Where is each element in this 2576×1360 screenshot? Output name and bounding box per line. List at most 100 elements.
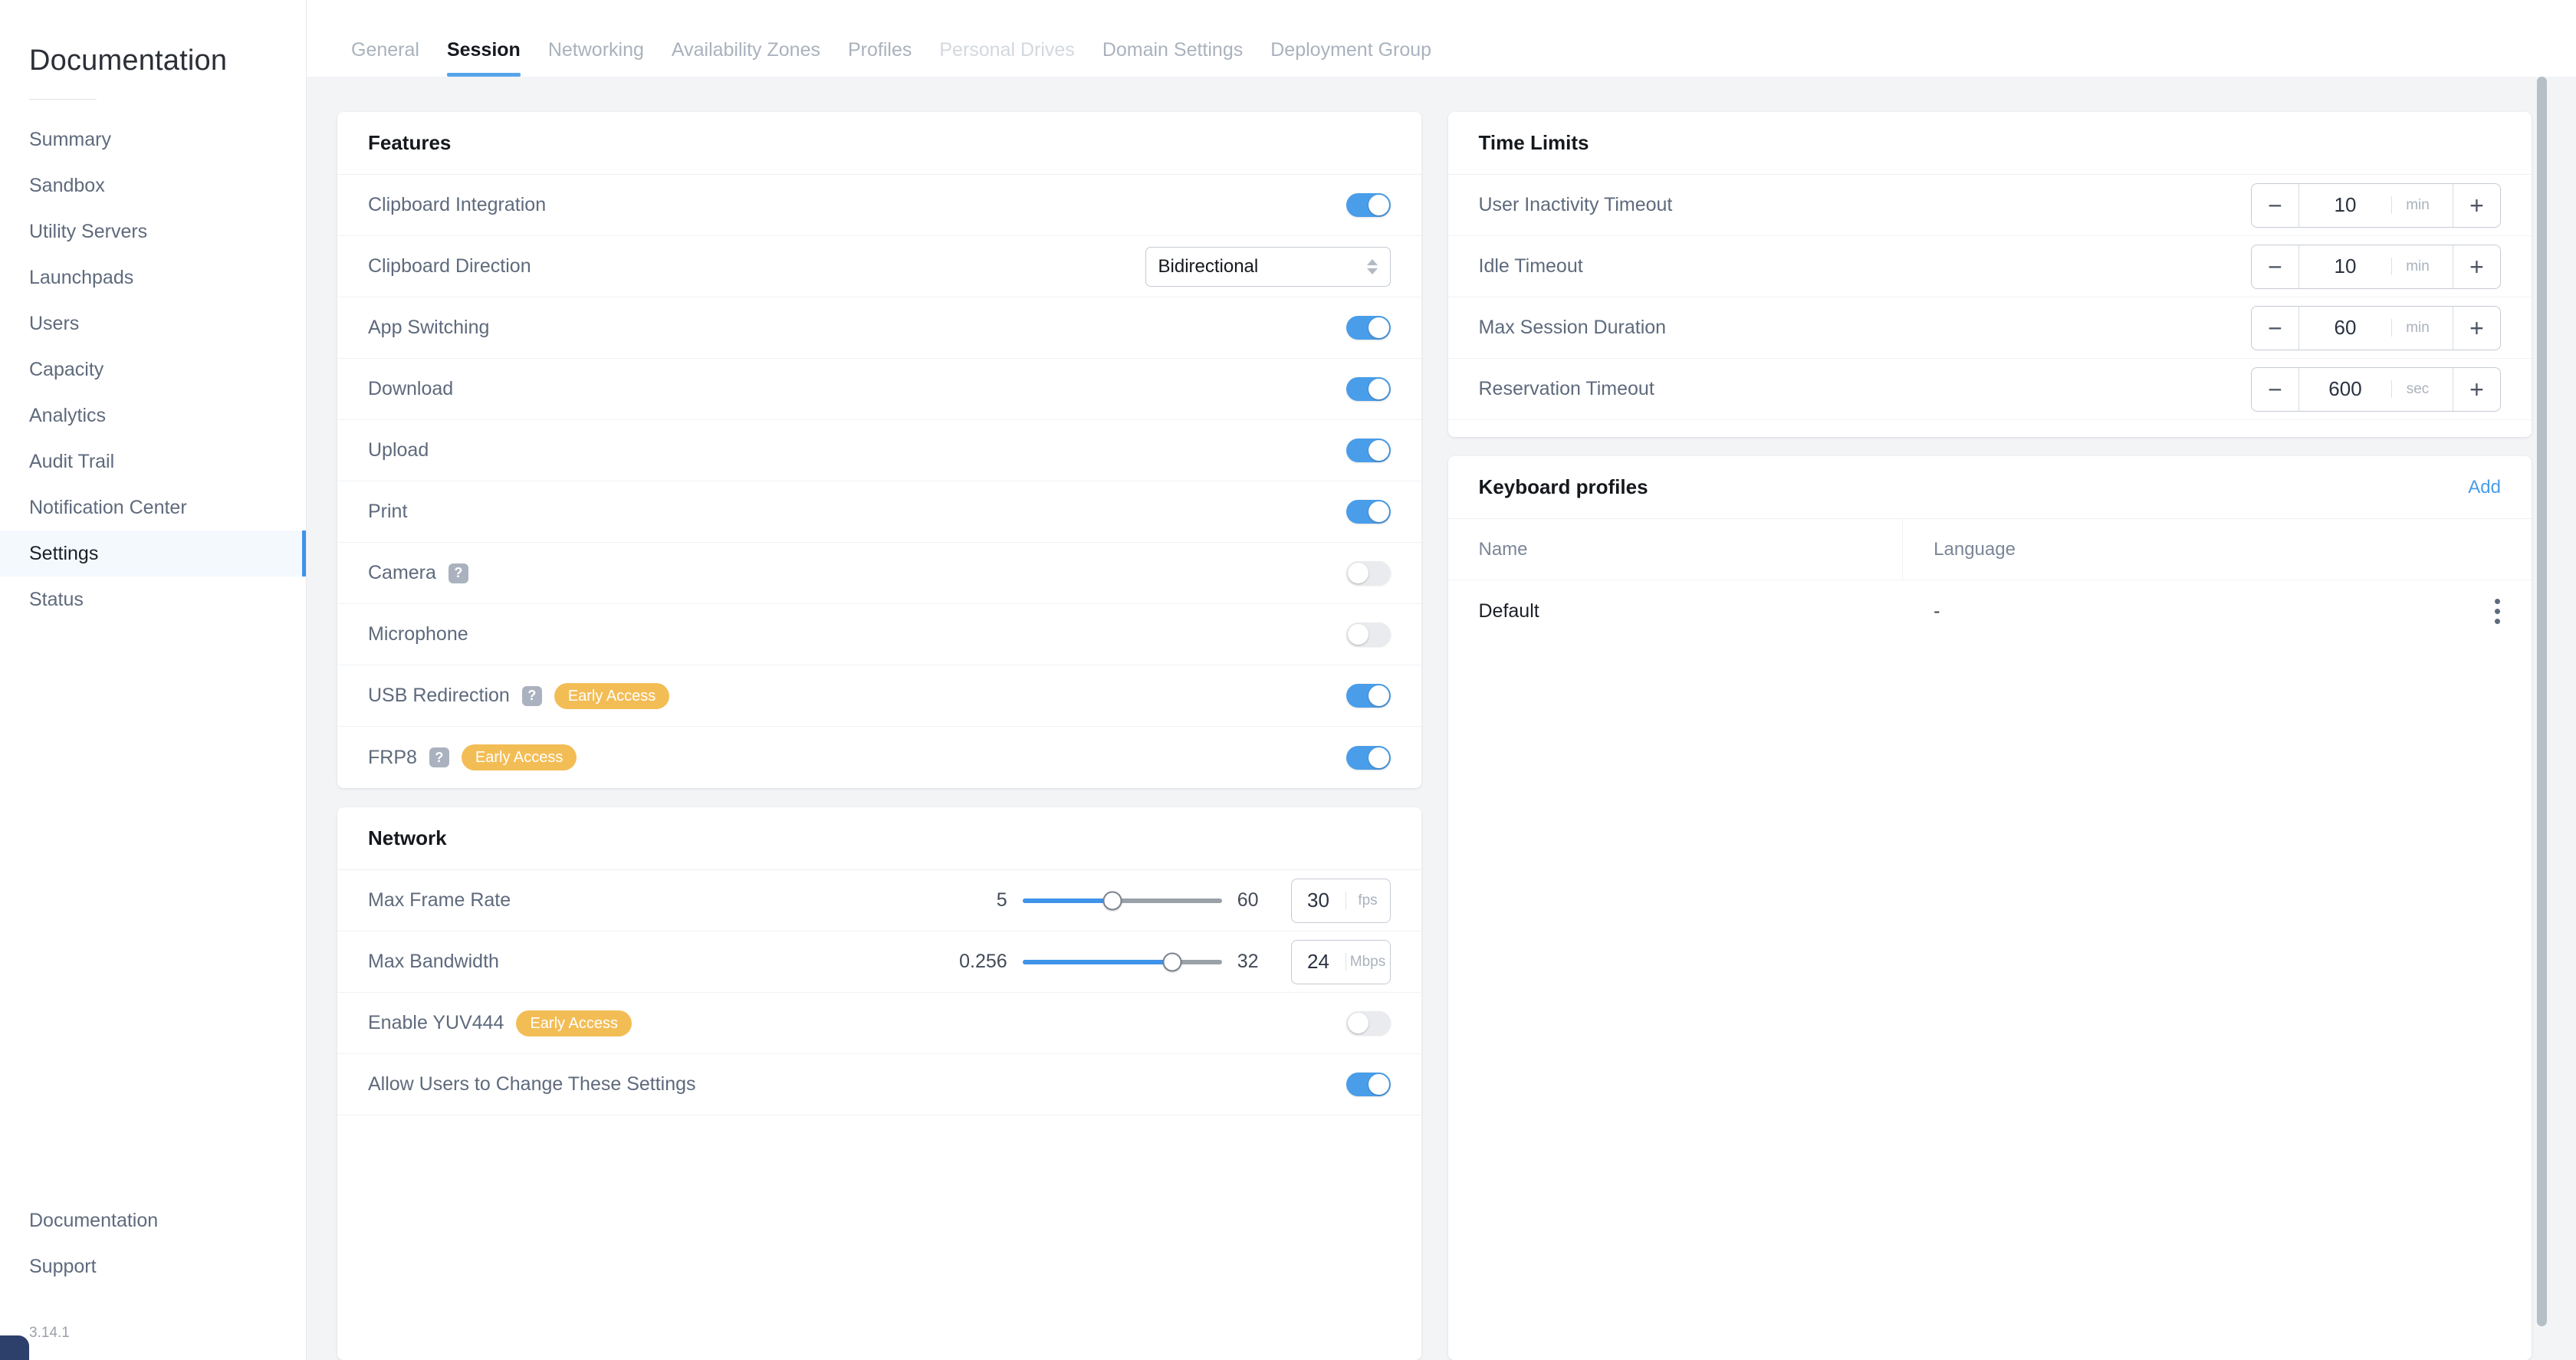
max-bandwidth-input[interactable]: 24 Mbps (1290, 939, 1391, 984)
tab-domain-settings[interactable]: Domain Settings (1089, 41, 1257, 77)
max-frame-rate-slider[interactable] (1022, 891, 1222, 910)
reservation-timeout-stepper: − 600 sec + (2251, 366, 2501, 412)
increment-button[interactable]: + (2453, 183, 2500, 227)
tab-label: Networking (547, 39, 644, 61)
sidebar-item-status[interactable]: Status (0, 577, 306, 623)
row-label: Clipboard Integration (368, 194, 547, 215)
toggle-knob (1347, 624, 1368, 645)
help-icon[interactable]: ? (429, 747, 449, 767)
stepper-field[interactable]: 60 min (2299, 307, 2453, 350)
decrement-button[interactable]: − (2252, 183, 2299, 227)
increment-button[interactable]: + (2453, 245, 2500, 288)
max-frame-rate-input[interactable]: 30 fps (1290, 878, 1391, 923)
stepper-value: 600 (2328, 377, 2362, 400)
tab-label: General (351, 39, 419, 61)
row-label: Microphone (368, 623, 468, 645)
sidebar-link-support[interactable]: Support (0, 1243, 306, 1289)
keyboard-profiles-card-header: Keyboard profiles Add (1447, 456, 2532, 519)
sidebar-item-utility-servers[interactable]: Utility Servers (0, 209, 306, 255)
sidebar-item-capacity[interactable]: Capacity (0, 347, 306, 393)
stepper-field[interactable]: 600 sec (2299, 368, 2453, 411)
tab-general[interactable]: General (337, 41, 433, 77)
tab-availability-zones[interactable]: Availability Zones (658, 41, 834, 77)
dot (2494, 618, 2500, 624)
enable-yuv444-toggle[interactable] (1346, 1011, 1391, 1035)
sidebar-link-label: Support (29, 1255, 97, 1277)
increment-button[interactable]: + (2453, 367, 2500, 411)
row-label: Upload (368, 439, 429, 461)
clipboard-integration-toggle[interactable] (1346, 193, 1391, 217)
tab-profiles[interactable]: Profiles (834, 41, 925, 77)
stepper-unit: min (2391, 258, 2443, 275)
toggle-knob (1368, 195, 1389, 215)
tab-session[interactable]: Session (433, 41, 534, 77)
frp8-toggle[interactable] (1346, 745, 1391, 770)
help-icon[interactable]: ? (521, 685, 542, 706)
features-card-header: Features (337, 112, 1421, 175)
slider-thumb[interactable] (1162, 952, 1182, 971)
max-bandwidth-slider[interactable] (1022, 952, 1222, 971)
stepper-value: 10 (2334, 255, 2357, 278)
sidebar-item-sandbox[interactable]: Sandbox (0, 163, 306, 209)
card-bottom-pad (1448, 420, 2532, 437)
help-icon[interactable]: ? (448, 563, 468, 583)
sidebar-item-settings[interactable]: Settings (0, 531, 306, 577)
keyboard-profiles-table-header: Name Language (1447, 519, 2532, 580)
toggle-knob (1347, 1013, 1368, 1033)
table-row[interactable]: Default - (1448, 580, 2532, 642)
allow-users-change-toggle[interactable] (1346, 1073, 1391, 1096)
app-switching-toggle[interactable] (1346, 316, 1391, 340)
row-label: Max Session Duration (1478, 317, 1667, 338)
frp8-label: FRP8 (368, 746, 417, 768)
slider-thumb[interactable] (1102, 891, 1122, 910)
sidebar-title: Documentation (29, 44, 228, 77)
row-label: User Inactivity Timeout (1478, 194, 1673, 215)
column-header-language: Language (1934, 538, 2016, 560)
row-app-switching: App Switching (337, 297, 1421, 359)
keyboard-profiles-card: Keyboard profiles Add Name Language Defa… (1447, 456, 2532, 1360)
sidebar-item-launchpads[interactable]: Launchpads (0, 255, 306, 301)
tab-deployment-group[interactable]: Deployment Group (1257, 41, 1445, 77)
sidebar-item-label: Launchpads (29, 266, 134, 288)
download-toggle[interactable] (1346, 377, 1391, 401)
decrement-button[interactable]: − (2252, 245, 2299, 288)
row-label: Clipboard Direction (368, 255, 531, 277)
time-limits-title: Time Limits (1478, 131, 1589, 154)
decrement-button[interactable]: − (2252, 306, 2299, 350)
decrement-button[interactable]: − (2252, 367, 2299, 411)
sidebar-item-users[interactable]: Users (0, 301, 306, 347)
tab-networking[interactable]: Networking (534, 41, 658, 77)
max-frame-rate-slider-group: 5 60 30 fps (523, 878, 1391, 923)
features-card: Features Clipboard Integration Clipboard… (337, 112, 1421, 788)
usb-redirection-toggle[interactable] (1346, 684, 1391, 708)
sidebar-item-summary[interactable]: Summary (0, 117, 306, 163)
early-access-badge: Early Access (554, 682, 670, 709)
chevron-up-icon (1366, 258, 1378, 265)
sidebar-item-notification-center[interactable]: Notification Center (0, 485, 306, 531)
microphone-toggle[interactable] (1346, 623, 1391, 646)
sidebar-item-analytics[interactable]: Analytics (0, 393, 306, 439)
vertical-scrollbar[interactable] (2537, 77, 2547, 1326)
upload-toggle[interactable] (1346, 439, 1391, 462)
row-download: Download (337, 359, 1421, 420)
add-keyboard-profile-button[interactable]: Add (2468, 477, 2501, 498)
camera-toggle[interactable] (1346, 561, 1391, 585)
stepper-field[interactable]: 10 min (2299, 184, 2453, 227)
kebab-menu-icon[interactable] (2494, 598, 2500, 624)
print-toggle[interactable] (1346, 500, 1391, 524)
input-unit: fps (1345, 892, 1390, 909)
sidebar-link-documentation[interactable]: Documentation (0, 1197, 306, 1243)
row-print: Print (337, 481, 1421, 543)
sidebar-item-audit-trail[interactable]: Audit Trail (0, 439, 306, 485)
max-session-duration-stepper: − 60 min + (2251, 305, 2501, 350)
stepper-field[interactable]: 10 min (2299, 245, 2453, 288)
app-root: Documentation Summary Sandbox Utility Se… (0, 0, 2576, 1360)
dot (2494, 598, 2500, 604)
camera-label: Camera (368, 562, 436, 583)
sidebar-footer: Documentation Support 3.14.1 (0, 1197, 306, 1360)
row-label: Enable YUV444 Early Access (368, 1010, 632, 1036)
slider-max-label: 60 (1237, 889, 1259, 911)
tab-label: Session (446, 39, 521, 61)
clipboard-direction-select[interactable]: Bidirectional (1145, 246, 1391, 287)
increment-button[interactable]: + (2453, 306, 2500, 350)
